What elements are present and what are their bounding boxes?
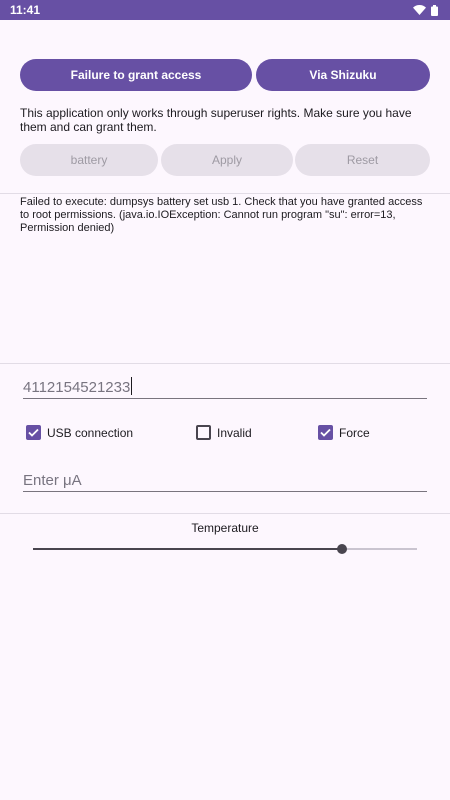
force-check-icon bbox=[318, 425, 333, 440]
force-checkbox[interactable]: Force bbox=[318, 425, 370, 440]
battery-button[interactable]: battery bbox=[20, 144, 158, 176]
current-input-placeholder: Enter μA bbox=[23, 472, 82, 489]
status-bar: 11:41 bbox=[0, 0, 450, 20]
wifi-icon bbox=[413, 5, 426, 15]
serial-input-value: 4112154521233 bbox=[23, 379, 131, 396]
temperature-label: Temperature bbox=[191, 521, 259, 535]
text-cursor bbox=[131, 377, 133, 395]
grant-access-button[interactable]: Failure to grant access bbox=[20, 59, 252, 91]
temperature-slider-inactive-track[interactable] bbox=[342, 548, 417, 550]
divider-middle bbox=[0, 363, 450, 364]
usb-connection-check-icon bbox=[26, 425, 41, 440]
info-text: This application only works through supe… bbox=[20, 106, 412, 134]
via-shizuku-button[interactable]: Via Shizuku bbox=[256, 59, 430, 91]
temperature-slider-thumb[interactable] bbox=[337, 544, 347, 554]
status-time: 11:41 bbox=[10, 3, 41, 17]
invalid-checkbox[interactable]: Invalid bbox=[196, 425, 252, 440]
serial-input[interactable]: 4112154521233 bbox=[23, 377, 427, 399]
current-input[interactable]: Enter μA bbox=[23, 472, 427, 492]
invalid-label: Invalid bbox=[217, 425, 252, 440]
divider-bottom bbox=[0, 513, 450, 514]
usb-connection-label: USB connection bbox=[47, 425, 134, 440]
invalid-check-icon bbox=[196, 425, 211, 440]
usb-connection-checkbox[interactable]: USB connection bbox=[26, 425, 133, 440]
temperature-slider-active-track[interactable] bbox=[33, 548, 342, 550]
divider-top bbox=[0, 193, 450, 194]
status-icons bbox=[413, 4, 438, 16]
apply-button[interactable]: Apply bbox=[161, 144, 293, 176]
reset-button[interactable]: Reset bbox=[295, 144, 430, 176]
force-label: Force bbox=[339, 425, 370, 440]
error-text: Failed to execute: dumpsys battery set u… bbox=[20, 196, 423, 234]
battery-icon bbox=[431, 4, 438, 16]
